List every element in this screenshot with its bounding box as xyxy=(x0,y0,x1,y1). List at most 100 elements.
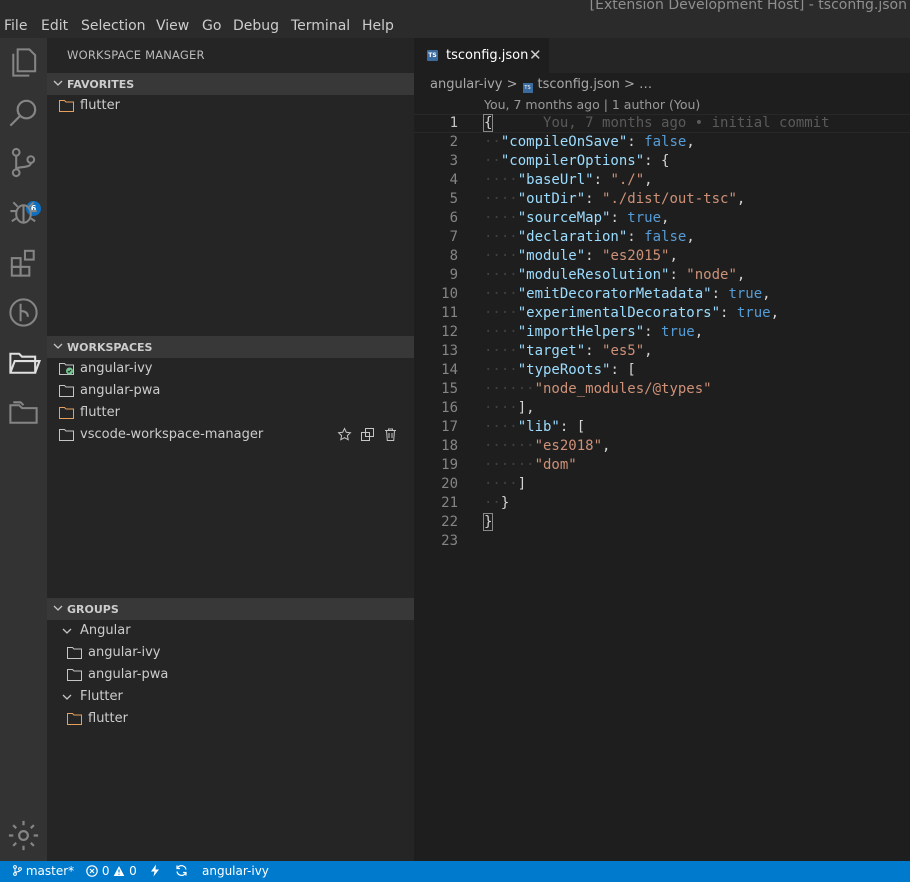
workspaces-label: WORKSPACES xyxy=(67,341,153,354)
close-icon[interactable]: ✕ xyxy=(529,48,542,63)
line-number: 18 xyxy=(441,438,458,454)
code-line: 20 ····] xyxy=(414,475,910,494)
open-new-window-icon[interactable] xyxy=(360,427,375,442)
workspace-item-flutter[interactable]: flutter xyxy=(47,402,414,424)
blame-codelens[interactable]: You, 7 months ago | 1 author (You) xyxy=(484,97,700,112)
code-line: 17 ····"lib": [ xyxy=(414,418,910,437)
json-value: "es2015" xyxy=(602,248,670,264)
json-key: "typeRoots" xyxy=(517,362,611,378)
workspace-item-angular-pwa[interactable]: angular-pwa xyxy=(47,380,414,402)
workspaces-section-header[interactable]: WORKSPACES xyxy=(47,336,414,358)
json-key: "compileOnSave" xyxy=(500,134,628,150)
folder-icon xyxy=(67,669,82,681)
favorite-item-flutter[interactable]: flutter xyxy=(47,95,414,117)
code-line: 9 ····"moduleResolution": "node", xyxy=(414,266,910,285)
menu-debug[interactable]: Debug xyxy=(233,17,279,35)
menu-terminal[interactable]: Terminal xyxy=(291,17,350,35)
line-number: 3 xyxy=(449,153,458,169)
line-number: 6 xyxy=(449,210,458,226)
lightning-icon[interactable] xyxy=(150,864,160,879)
debug-icon[interactable] xyxy=(6,195,41,230)
explorer-icon[interactable] xyxy=(6,45,41,80)
favorites-label: FAVORITES xyxy=(67,78,135,91)
chevron-down-icon xyxy=(62,628,72,634)
group-item-angular-ivy[interactable]: angular-ivy xyxy=(47,642,414,664)
group-item-label: angular-pwa xyxy=(88,667,169,682)
star-icon[interactable] xyxy=(337,427,352,442)
json-key: "outDir" xyxy=(517,191,586,207)
brace: } xyxy=(500,495,510,511)
extensions-icon[interactable] xyxy=(6,245,41,280)
code-line: 19 ······"dom" xyxy=(414,456,910,475)
line-number: 12 xyxy=(441,324,458,340)
line-number: 22 xyxy=(441,514,458,530)
json-key: "sourceMap" xyxy=(517,210,611,226)
line-number: 23 xyxy=(441,533,458,549)
json-key: "module" xyxy=(517,248,586,264)
workspace-item-label: angular-ivy xyxy=(80,361,153,376)
code-line: 16 ····], xyxy=(414,399,910,418)
code-line: 8 ····"module": "es2015", xyxy=(414,247,910,266)
json-key: "importHelpers" xyxy=(517,324,645,340)
line-number: 13 xyxy=(441,343,458,359)
menu-selection[interactable]: Selection xyxy=(81,17,146,35)
favorites-section-header[interactable]: FAVORITES xyxy=(47,73,414,95)
line-number: 1 xyxy=(449,115,458,131)
menu-help[interactable]: Help xyxy=(362,17,394,35)
workspace-manager-icon[interactable] xyxy=(6,345,42,380)
workspace-item-vscode-workspace-manager[interactable]: vscode-workspace-manager xyxy=(47,424,414,446)
menu-edit[interactable]: Edit xyxy=(41,17,68,35)
code-line: 5 ····"outDir": "./dist/out-tsc", xyxy=(414,190,910,209)
trash-icon[interactable] xyxy=(383,427,398,442)
workspace-folder-status[interactable]: angular-ivy xyxy=(202,864,269,879)
group-flutter[interactable]: Flutter xyxy=(47,686,414,708)
group-item-flutter[interactable]: flutter xyxy=(47,708,414,730)
json-key: "lib" xyxy=(517,419,560,435)
workspace-item-actions xyxy=(334,427,398,443)
tab-strip: TS tsconfig.json ✕ xyxy=(414,38,910,73)
code-line: 2 ··"compileOnSave": false, xyxy=(414,133,910,152)
settings-gear-icon[interactable] xyxy=(6,818,41,853)
group-label: Angular xyxy=(80,623,131,638)
gitlens-icon[interactable] xyxy=(6,295,41,330)
code-line: 3 ··"compilerOptions": { xyxy=(414,152,910,171)
editor: TS tsconfig.json ✕ angular-ivy > TS tsconf… xyxy=(414,38,910,861)
project-manager-icon[interactable] xyxy=(6,395,41,430)
sync-icon[interactable] xyxy=(175,864,188,879)
group-angular[interactable]: Angular xyxy=(47,620,414,642)
search-icon[interactable] xyxy=(6,95,41,130)
breadcrumb-more[interactable]: > … xyxy=(624,77,652,92)
chevron-down-icon xyxy=(53,343,63,349)
problems-status[interactable]: 0 0 xyxy=(86,864,137,879)
code-line: 18 ······"es2018", xyxy=(414,437,910,456)
code-line: 23 xyxy=(414,532,910,551)
tab-tsconfig[interactable]: TS tsconfig.json ✕ xyxy=(414,38,549,73)
json-value: true xyxy=(736,305,771,321)
menu-view[interactable]: View xyxy=(156,17,189,35)
workspace-item-angular-ivy[interactable]: angular-ivy xyxy=(47,358,414,380)
json-key: "compilerOptions" xyxy=(500,153,645,169)
activity-bar: 6 xyxy=(0,38,47,861)
breadcrumb-file[interactable]: tsconfig.json xyxy=(538,77,620,92)
error-icon xyxy=(86,865,98,877)
code-line: 4 ····"baseUrl": "./", xyxy=(414,171,910,190)
sidebar-title: WORKSPACE MANAGER xyxy=(67,48,205,62)
group-item-angular-pwa[interactable]: angular-pwa xyxy=(47,664,414,686)
groups-section-header[interactable]: GROUPS xyxy=(47,598,414,620)
folder-icon xyxy=(59,385,74,397)
menu-go[interactable]: Go xyxy=(202,17,221,35)
menu-file[interactable]: File xyxy=(4,17,27,35)
line-number: 5 xyxy=(449,191,458,207)
json-value: true xyxy=(627,210,662,226)
line-number: 17 xyxy=(441,419,458,435)
branch-status[interactable]: master* xyxy=(13,864,74,879)
favorite-item-label: flutter xyxy=(80,98,120,113)
source-control-icon[interactable] xyxy=(6,145,41,180)
json-value: false xyxy=(644,229,687,245)
json-value: false xyxy=(644,134,687,150)
code-line: 7 ····"declaration": false, xyxy=(414,228,910,247)
json-value: "./" xyxy=(610,172,645,188)
breadcrumb-folder[interactable]: angular-ivy xyxy=(430,77,502,92)
code-line: 6 ····"sourceMap": true, xyxy=(414,209,910,228)
json-key: "experimentalDecorators" xyxy=(517,305,721,321)
